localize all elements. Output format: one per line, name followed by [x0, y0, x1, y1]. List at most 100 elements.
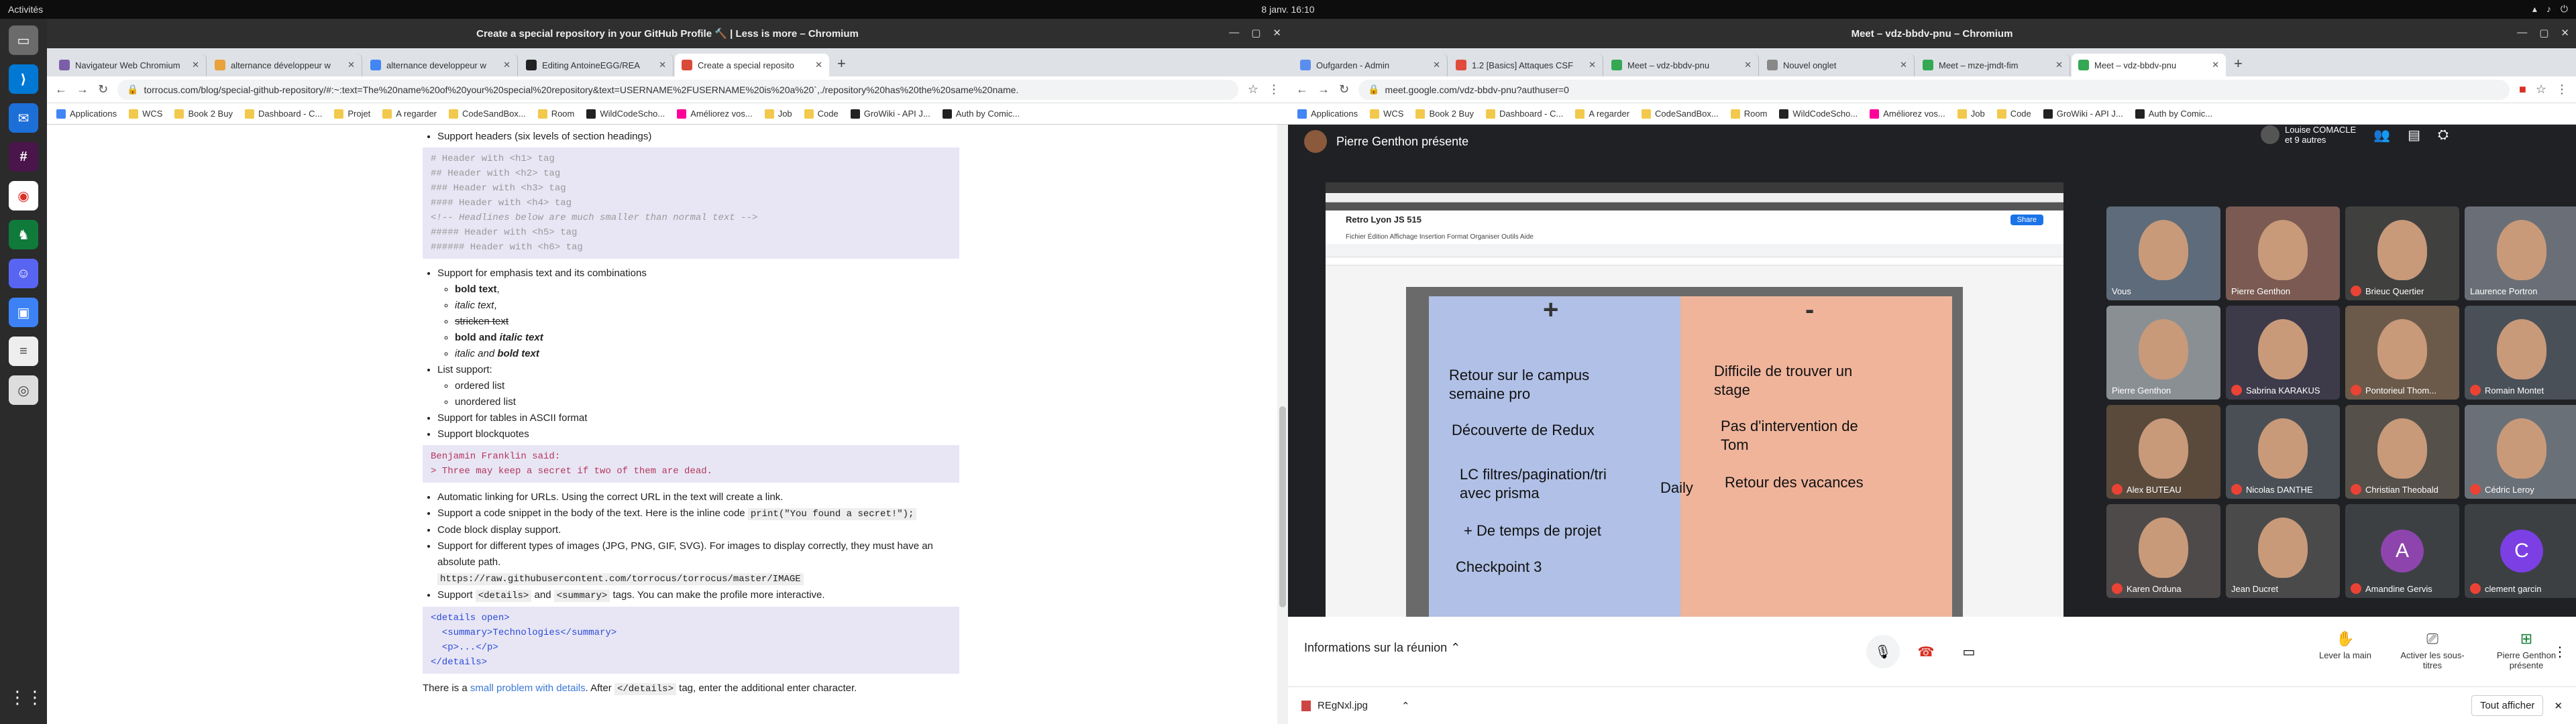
bookmark[interactable]: Room	[1730, 109, 1767, 119]
thunderbird-icon[interactable]: ✉	[9, 103, 38, 133]
page-scrollbar[interactable]	[1277, 125, 1288, 724]
close-tab-icon[interactable]: ✕	[2055, 60, 2063, 70]
bookmark[interactable]: Améliorez vos...	[1870, 109, 1945, 119]
reload-icon[interactable]: ↻	[98, 82, 108, 97]
meeting-info-button[interactable]: Informations sur la réunion ⌃	[1304, 641, 1460, 655]
bookmark[interactable]: CodeSandBox...	[1642, 109, 1719, 119]
participant-tile[interactable]: Jean Ducret	[2226, 504, 2340, 598]
bookmark[interactable]: WCS	[1370, 109, 1403, 119]
close-tab-icon[interactable]: ✕	[1433, 60, 1440, 70]
screenshot-icon[interactable]: ▣	[9, 298, 38, 327]
tab[interactable]: alternance développeur w ✕	[208, 54, 362, 76]
activities-button[interactable]: Activités	[8, 4, 43, 15]
minimize-icon[interactable]: —	[1229, 27, 1239, 39]
bookmark[interactable]: GroWiki - API J...	[2043, 109, 2123, 119]
chrome-icon[interactable]: ◉	[9, 181, 38, 210]
activities-icon[interactable]: ⛭	[2438, 127, 2449, 143]
close-icon[interactable]: ✕	[2561, 27, 2569, 39]
maximize-icon[interactable]: ▢	[2539, 27, 2548, 39]
bookmark[interactable]: Améliorez vos...	[677, 109, 753, 119]
participant-tile[interactable]: Nicolas DANTHE	[2226, 405, 2340, 499]
participant-tile[interactable]: Pierre Genthon	[2106, 306, 2220, 400]
bookmark[interactable]: Code	[804, 109, 839, 119]
close-tab-icon[interactable]: ✕	[192, 60, 199, 70]
bookmark[interactable]: Auth by Comic...	[2135, 109, 2212, 119]
participant-tile[interactable]: Laurence Portron	[2465, 206, 2576, 300]
slack-icon[interactable]: #	[9, 142, 38, 172]
participant-tile[interactable]: Alex BUTEAU	[2106, 405, 2220, 499]
tab[interactable]: 1.2 [Basics] Attaques CSF ✕	[1449, 54, 1603, 76]
bookmark[interactable]: Projet	[334, 109, 370, 119]
new-tab-button[interactable]: +	[2227, 55, 2249, 76]
bookmark[interactable]: Applications	[56, 109, 117, 119]
bookmark[interactable]: Room	[537, 109, 574, 119]
participant-tile[interactable]: Christian Theobald	[2345, 405, 2459, 499]
bookmark[interactable]: Job	[764, 109, 792, 119]
participant-tile[interactable]: Karen Orduna	[2106, 504, 2220, 598]
participant-tile[interactable]: Brieuc Quertier	[2345, 206, 2459, 300]
scrollbar-thumb[interactable]	[1279, 406, 1286, 607]
captions-button[interactable]: ⎚ Activer les sous-titres	[2392, 630, 2473, 670]
bookmark[interactable]: Code	[1996, 109, 2031, 119]
gitkraken-icon[interactable]: ♞	[9, 220, 38, 249]
discord-icon[interactable]: ☺	[9, 259, 38, 288]
more-options-icon[interactable]: ⋮	[2553, 644, 2567, 660]
show-all-downloads-button[interactable]: Tout afficher	[2471, 695, 2544, 716]
forward-icon[interactable]: →	[1318, 82, 1330, 97]
files-icon[interactable]: ▭	[9, 25, 38, 55]
menu-icon[interactable]: ⋮	[1268, 82, 1280, 97]
bookmark[interactable]: Job	[1957, 109, 1985, 119]
address-bar[interactable]: 🔒 meet.google.com/vdz-bbdv-pnu?authuser=0	[1358, 79, 2510, 100]
close-tab-icon[interactable]: ✕	[1900, 60, 1907, 70]
app-grid-icon[interactable]: ⋮⋮	[9, 682, 44, 712]
address-bar[interactable]: 🔒 torrocus.com/blog/special-github-reposi…	[117, 79, 1238, 100]
leave-call-button[interactable]: ☎	[1909, 635, 1943, 668]
minimize-icon[interactable]: —	[2517, 27, 2527, 39]
participant-tile[interactable]: Romain Montet	[2465, 306, 2576, 400]
new-tab-button[interactable]: +	[830, 55, 853, 76]
participant-tile[interactable]: Vous	[2106, 206, 2220, 300]
tab-active[interactable]: Create a special reposito ✕	[675, 54, 829, 76]
vscode-icon[interactable]: ⟩	[9, 64, 38, 94]
back-icon[interactable]: ←	[55, 82, 67, 97]
tab[interactable]: Meet – mze-jmdt-fim ✕	[1916, 54, 2070, 76]
close-download-bar-icon[interactable]: ✕	[2554, 700, 2563, 712]
close-tab-icon[interactable]: ✕	[2212, 60, 2219, 70]
camera-button[interactable]: ▭	[1952, 635, 1986, 668]
participant-tile[interactable]: Sabrina KARAKUS	[2226, 306, 2340, 400]
bookmark[interactable]: A regarder	[382, 109, 437, 119]
bookmark[interactable]: CodeSandBox...	[449, 109, 526, 119]
close-icon[interactable]: ✕	[1273, 27, 1281, 39]
tab-active[interactable]: Meet – vdz-bbdv-pnu ✕	[2072, 54, 2226, 76]
details-problem-link[interactable]: small problem with details	[470, 682, 586, 694]
back-icon[interactable]: ←	[1296, 82, 1308, 97]
people-icon[interactable]: 👥	[2373, 127, 2390, 143]
close-tab-icon[interactable]: ✕	[659, 60, 666, 70]
close-tab-icon[interactable]: ✕	[815, 60, 822, 70]
participant-tile[interactable]: Pierre Genthon	[2226, 206, 2340, 300]
bookmark[interactable]: WCS	[129, 109, 162, 119]
clock[interactable]: 8 janv. 16:10	[1261, 4, 1315, 15]
disk-icon[interactable]: ◎	[9, 375, 38, 405]
chat-icon[interactable]: ▤	[2408, 127, 2420, 143]
chevron-up-icon[interactable]: ⌃	[1401, 700, 1410, 712]
bookmark[interactable]: Book 2 Buy	[1415, 109, 1474, 119]
bookmark[interactable]: GroWiki - API J...	[850, 109, 930, 119]
people-badge[interactable]: Louise COMACLE et 9 autres	[2261, 125, 2356, 145]
close-tab-icon[interactable]: ✕	[1589, 60, 1596, 70]
bookmark[interactable]: A regarder	[1575, 109, 1629, 119]
bookmark[interactable]: WildCodeScho...	[586, 109, 665, 119]
participant-tile[interactable]: Pontorieul Thom...	[2345, 306, 2459, 400]
tab[interactable]: Nouvel onglet ✕	[1760, 54, 1915, 76]
text-editor-icon[interactable]: ≡	[9, 337, 38, 366]
star-icon[interactable]: ☆	[1248, 82, 1258, 97]
right-title-bar[interactable]: Meet – vdz-bbdv-pnu – Chromium — ▢ ✕	[1288, 19, 2576, 48]
participant-tile[interactable]: A Amandine Gervis	[2345, 504, 2459, 598]
tab[interactable]: Oufgarden - Admin ✕	[1293, 54, 1448, 76]
download-item[interactable]: REgNxl.jpg ⌃	[1301, 700, 1410, 712]
system-tray[interactable]: ▴ ♪ ⏻	[2532, 3, 2568, 15]
camera-icon[interactable]: ■	[2519, 82, 2526, 97]
reload-icon[interactable]: ↻	[1339, 82, 1349, 97]
participant-tile[interactable]: Cclement garcin	[2465, 504, 2576, 598]
participant-tile[interactable]: Cédric Leroy	[2465, 405, 2576, 499]
